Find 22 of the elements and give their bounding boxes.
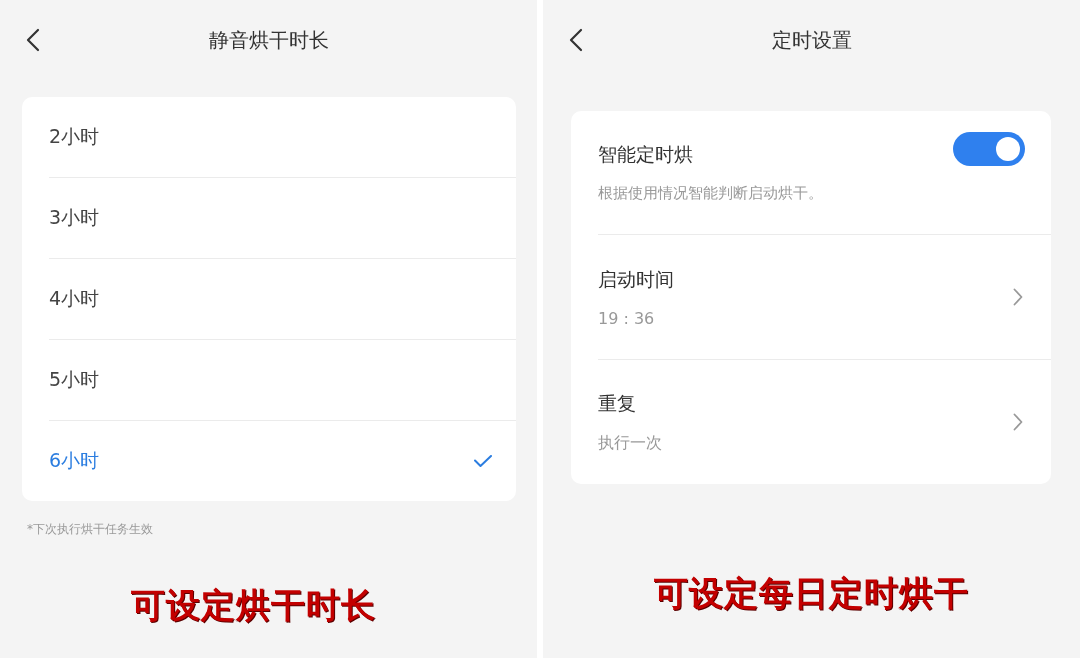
back-icon[interactable]	[26, 28, 40, 52]
screen-title: 静音烘干时长	[208, 26, 329, 54]
duration-option[interactable]: 6小时	[49, 420, 516, 501]
duration-option[interactable]: 4小时	[49, 258, 516, 339]
checkmark-icon	[474, 455, 492, 467]
back-icon[interactable]	[569, 28, 583, 52]
caption-text: 可设定烘干时长	[131, 584, 376, 626]
setting-label: 智能定时烘	[598, 142, 693, 167]
setting-value: 执行一次	[598, 432, 662, 454]
caption-text: 可设定每日定时烘干	[654, 572, 969, 614]
duration-option[interactable]: 3小时	[49, 177, 516, 258]
chevron-right-icon[interactable]	[1013, 288, 1023, 306]
toggle-switch[interactable]	[953, 132, 1025, 166]
duration-option[interactable]: 5小时	[49, 339, 516, 420]
duration-option[interactable]: 2小时	[49, 97, 516, 177]
setting-label: 重复	[598, 390, 636, 416]
setting-label: 启动时间	[598, 266, 674, 292]
footnote-text: *下次执行烘干任务生效	[27, 521, 154, 538]
chevron-right-icon[interactable]	[1013, 413, 1023, 431]
screen-title: 定时设置	[771, 26, 852, 54]
setting-description: 根据使用情况智能判断启动烘干。	[598, 184, 823, 203]
setting-value: 19 : 36	[598, 308, 655, 328]
